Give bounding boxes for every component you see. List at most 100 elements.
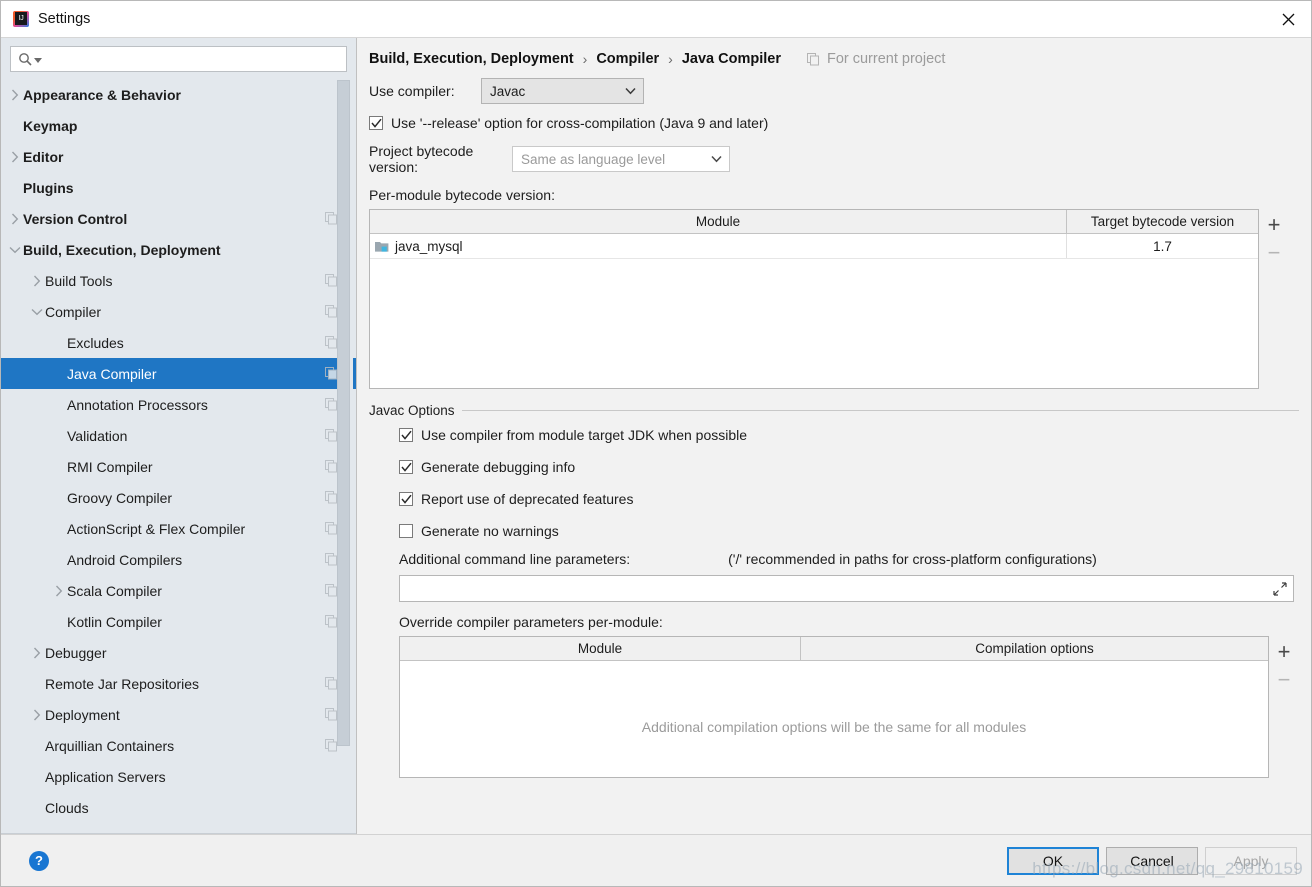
project-bytecode-select[interactable]: Same as language level bbox=[512, 146, 730, 172]
chevron-down-icon[interactable] bbox=[29, 308, 45, 316]
checkbox-row-report-deprecated[interactable]: Report use of deprecated features bbox=[399, 491, 1299, 507]
group-divider bbox=[461, 410, 1299, 411]
column-header-module[interactable]: Module bbox=[400, 637, 800, 660]
module-bytecode-table-wrap: Module Target bytecode version java_mysq… bbox=[369, 209, 1299, 389]
help-button[interactable]: ? bbox=[29, 850, 49, 871]
sidebar-item-excludes[interactable]: Excludes bbox=[1, 327, 356, 358]
sidebar-item-validation[interactable]: Validation bbox=[1, 420, 356, 451]
chevron-right-icon[interactable] bbox=[7, 89, 23, 101]
sidebar-item-build-tools[interactable]: Build Tools bbox=[1, 265, 356, 296]
checkbox-label-use-module-jdk: Use compiler from module target JDK when… bbox=[421, 427, 748, 443]
chevron-right-icon[interactable] bbox=[51, 585, 67, 597]
breadcrumb-item-0[interactable]: Build, Execution, Deployment bbox=[369, 51, 574, 67]
additional-params-hint: ('/' recommended in paths for cross-plat… bbox=[728, 551, 1097, 567]
sidebar-item-annotation-processors[interactable]: Annotation Processors bbox=[1, 389, 356, 420]
sidebar-scrollbar-thumb[interactable] bbox=[337, 80, 350, 746]
checkbox-report-deprecated[interactable] bbox=[399, 492, 413, 506]
column-header-compilation-options[interactable]: Compilation options bbox=[800, 637, 1268, 660]
sidebar-item-keymap[interactable]: Keymap bbox=[1, 110, 356, 141]
breadcrumb-item-1[interactable]: Compiler bbox=[596, 51, 659, 67]
chevron-right-icon[interactable] bbox=[7, 213, 23, 225]
settings-sidebar: Appearance & Behavior Keymap Editor Plugins… bbox=[1, 38, 357, 834]
cell-target-bytecode[interactable]: 1.7 bbox=[1066, 234, 1258, 258]
sidebar-item-clouds[interactable]: Clouds bbox=[1, 792, 356, 823]
sidebar-item-compiler[interactable]: Compiler bbox=[1, 296, 356, 327]
check-icon bbox=[371, 118, 382, 128]
sidebar-item-label: Android Compilers bbox=[67, 551, 183, 568]
breadcrumb-separator: › bbox=[582, 51, 588, 67]
close-button[interactable] bbox=[1265, 1, 1311, 37]
sidebar-item-label: Build, Execution, Deployment bbox=[23, 241, 221, 258]
column-header-module[interactable]: Module bbox=[370, 210, 1066, 233]
sidebar-item-plugins[interactable]: Plugins bbox=[1, 172, 356, 203]
ok-button[interactable]: OK bbox=[1007, 846, 1099, 875]
sidebar-item-label: Editor bbox=[23, 148, 64, 165]
override-params-table[interactable]: Module Compilation options Additional co… bbox=[399, 636, 1269, 778]
checkbox-row-use-module-jdk[interactable]: Use compiler from module target JDK when… bbox=[399, 427, 1299, 443]
checkbox-row-no-warnings[interactable]: Generate no warnings bbox=[399, 523, 1299, 539]
breadcrumb: Build, Execution, Deployment › Compiler … bbox=[369, 38, 1299, 72]
sidebar-item-label: Remote Jar Repositories bbox=[45, 675, 200, 692]
apply-button[interactable]: Apply bbox=[1205, 846, 1297, 875]
sidebar-item-groovy-compiler[interactable]: Groovy Compiler bbox=[1, 482, 356, 513]
sidebar-item-build-execution-deployment[interactable]: Build, Execution, Deployment bbox=[1, 234, 356, 265]
settings-tree-scroll: Appearance & Behavior Keymap Editor Plugins… bbox=[1, 78, 356, 833]
sidebar-item-remote-jar-repositories[interactable]: Remote Jar Repositories bbox=[1, 668, 356, 699]
chevron-down-icon bbox=[703, 155, 729, 163]
checkbox-generate-debugging-info[interactable] bbox=[399, 460, 413, 474]
sidebar-item-label: Debugger bbox=[45, 644, 107, 661]
module-table-toolbar: + − bbox=[1259, 209, 1289, 389]
add-override-button[interactable]: + bbox=[1270, 638, 1298, 666]
module-bytecode-table[interactable]: Module Target bytecode version java_mysq… bbox=[369, 209, 1259, 389]
sidebar-item-android-compilers[interactable]: Android Compilers bbox=[1, 544, 356, 575]
additional-params-field[interactable] bbox=[399, 575, 1294, 602]
release-option-checkbox[interactable] bbox=[369, 116, 383, 130]
sidebar-item-rmi-compiler[interactable]: RMI Compiler bbox=[1, 451, 356, 482]
cell-module: java_mysql bbox=[370, 234, 1066, 258]
check-icon bbox=[401, 462, 412, 472]
sidebar-item-label: RMI Compiler bbox=[67, 458, 153, 475]
sidebar-item-scala-compiler[interactable]: Scala Compiler bbox=[1, 575, 356, 606]
checkbox-no-warnings[interactable] bbox=[399, 524, 413, 538]
sidebar-item-label: Compiler bbox=[45, 303, 102, 320]
search-icon bbox=[19, 52, 32, 66]
sidebar-item-application-servers[interactable]: Application Servers bbox=[1, 761, 356, 792]
use-compiler-select[interactable]: Javac bbox=[481, 78, 644, 104]
release-option-label: Use '--release' option for cross-compila… bbox=[391, 115, 769, 131]
release-option-checkbox-row[interactable]: Use '--release' option for cross-compila… bbox=[369, 115, 1299, 131]
per-module-bytecode-label: Per-module bytecode version: bbox=[369, 187, 555, 203]
sidebar-item-actionscript-flex-compiler[interactable]: ActionScript & Flex Compiler bbox=[1, 513, 356, 544]
cancel-button[interactable]: Cancel bbox=[1106, 846, 1198, 875]
sidebar-item-deployment[interactable]: Deployment bbox=[1, 699, 356, 730]
sidebar-item-appearance-behavior[interactable]: Appearance & Behavior bbox=[1, 79, 356, 110]
search-input[interactable] bbox=[42, 51, 346, 67]
add-module-button[interactable]: + bbox=[1260, 211, 1288, 239]
sidebar-scrollbar-track[interactable] bbox=[337, 78, 353, 833]
table-row[interactable]: java_mysql 1.7 bbox=[370, 234, 1258, 259]
sidebar-item-version-control[interactable]: Version Control bbox=[1, 203, 356, 234]
remove-override-button[interactable]: − bbox=[1270, 666, 1298, 694]
sidebar-item-kotlin-compiler[interactable]: Kotlin Compiler bbox=[1, 606, 356, 637]
chevron-right-icon[interactable] bbox=[29, 709, 45, 721]
chevron-right-icon[interactable] bbox=[29, 275, 45, 287]
sidebar-item-java-compiler[interactable]: Java Compiler bbox=[1, 358, 356, 389]
sidebar-item-arquillian-containers[interactable]: Arquillian Containers bbox=[1, 730, 356, 761]
chevron-down-icon[interactable] bbox=[7, 246, 23, 254]
chevron-down-icon[interactable] bbox=[34, 57, 42, 65]
search-box[interactable] bbox=[10, 46, 347, 72]
checkbox-label-report-deprecated: Report use of deprecated features bbox=[421, 491, 634, 507]
sidebar-item-editor[interactable]: Editor bbox=[1, 141, 356, 172]
additional-params-input[interactable] bbox=[406, 580, 1273, 597]
sidebar-item-label: Validation bbox=[67, 427, 128, 444]
remove-module-button[interactable]: − bbox=[1260, 239, 1288, 267]
checkbox-row-generate-debugging-info[interactable]: Generate debugging info bbox=[399, 459, 1299, 475]
expand-icon[interactable] bbox=[1273, 581, 1287, 596]
table-header: Module Compilation options bbox=[400, 637, 1268, 661]
settings-dialog: Settings bbox=[0, 0, 1312, 887]
chevron-right-icon[interactable] bbox=[7, 151, 23, 163]
checkbox-use-module-jdk[interactable] bbox=[399, 428, 413, 442]
override-table-wrap: Module Compilation options Additional co… bbox=[399, 636, 1299, 778]
chevron-right-icon[interactable] bbox=[29, 647, 45, 659]
sidebar-item-debugger[interactable]: Debugger bbox=[1, 637, 356, 668]
column-header-target-bytecode[interactable]: Target bytecode version bbox=[1066, 210, 1258, 233]
